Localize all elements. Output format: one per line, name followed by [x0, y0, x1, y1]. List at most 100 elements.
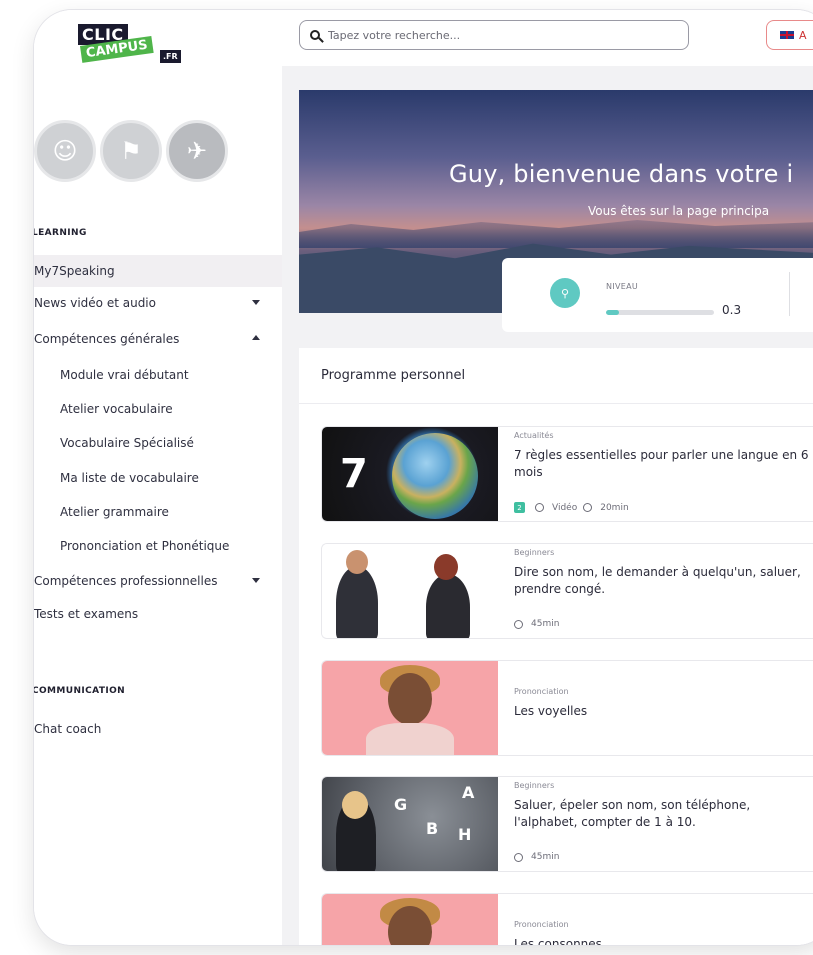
card-thumbnail: 7	[322, 427, 498, 521]
sidebar-item-label: Atelier vocabulaire	[60, 402, 173, 416]
card-type: Vidéo	[552, 502, 578, 513]
card-thumbnail: G A B H	[322, 777, 498, 871]
stats-divider	[789, 272, 790, 316]
card-category: Prononciation	[514, 687, 569, 696]
sidebar-item-label: Tests et examens	[34, 607, 139, 621]
sidebar-item-module-vrai-debutant[interactable]: Module vrai débutant	[60, 359, 282, 391]
section-learning: LEARNING	[34, 228, 87, 238]
lesson-card[interactable]: Prononciation Les consonnes	[321, 893, 813, 945]
card-thumbnail	[322, 544, 498, 638]
sidebar-item-news[interactable]: News vidéo et audio	[34, 287, 282, 319]
level-stats-card: ⚲ NIVEAU 0.3	[502, 258, 813, 332]
lesson-card[interactable]: Prononciation Les voyelles	[321, 660, 813, 756]
card-meta: 45min	[514, 619, 559, 629]
hero-subtitle: Vous êtes sur la page principa	[588, 204, 770, 218]
section-communication: COMMUNICATION	[34, 686, 126, 696]
lesson-card[interactable]: Beginners Dire son nom, le demander à qu…	[321, 543, 813, 639]
device-frame: CLIC CAMPUS .FR ☺ ⚑ ✈ LEARNING My7Speaki…	[34, 10, 813, 945]
flag-icon[interactable]: ⚑	[100, 120, 162, 182]
sidebar-item-label: Prononciation et Phonétique	[60, 539, 230, 553]
sidebar-item-competences-generales[interactable]: Compétences générales	[34, 323, 282, 355]
card-thumbnail	[322, 661, 498, 755]
sidebar-item-label: News vidéo et audio	[34, 296, 156, 310]
woman-head	[342, 791, 368, 819]
uk-flag-icon	[779, 30, 795, 40]
sidebar-item-atelier-grammaire[interactable]: Atelier grammaire	[60, 496, 282, 528]
panel-header: Programme personnel	[299, 348, 813, 404]
plane-icon[interactable]: ✈	[166, 120, 228, 182]
woman-head	[434, 554, 458, 580]
search-icon	[310, 30, 320, 40]
clock-icon	[583, 503, 593, 512]
woman-figure	[426, 574, 470, 638]
sidebar-item-label: Vocabulaire Spécialisé	[60, 436, 194, 450]
sidebar-item-competences-pro[interactable]: Compétences professionnelles	[34, 565, 282, 597]
level-progress-bar	[606, 310, 714, 315]
card-thumbnail	[322, 894, 498, 945]
card-title: Les consonnes	[514, 937, 602, 945]
card-duration: 45min	[531, 619, 560, 629]
letter-graphic: G	[394, 795, 408, 814]
shoulders-shape	[366, 723, 454, 755]
search-input[interactable]	[328, 28, 648, 42]
seven-graphic: 7	[340, 451, 368, 497]
sidebar-item-my7speaking[interactable]: My7Speaking	[34, 255, 282, 287]
sidebar-item-label: Module vrai débutant	[60, 368, 189, 382]
sidebar-item-vocabulaire-specialise[interactable]: Vocabulaire Spécialisé	[60, 427, 282, 459]
card-meta: 45min	[514, 852, 559, 862]
logo-suffix: .FR	[160, 50, 181, 63]
sidebar-item-chat-coach[interactable]: Chat coach	[34, 713, 282, 745]
globe-image	[392, 433, 478, 519]
level-label: NIVEAU	[606, 282, 638, 291]
level-value: 0.3	[722, 303, 742, 317]
sidebar-item-label: Atelier grammaire	[60, 505, 169, 519]
lesson-card[interactable]: 7 Actualités 7 règles essentielles pour …	[321, 426, 813, 522]
programme-panel: Programme personnel 7 Actualités 7 règle…	[299, 348, 813, 945]
letter-graphic: A	[462, 783, 475, 802]
card-duration: 45min	[531, 852, 560, 862]
sidebar-item-ma-liste[interactable]: Ma liste de vocabulaire	[60, 462, 282, 494]
face-shape	[388, 673, 432, 725]
top-bar: A	[282, 10, 813, 66]
sidebar-item-tests[interactable]: Tests et examens	[34, 598, 282, 630]
card-category: Prononciation	[514, 920, 569, 929]
clock-icon	[514, 852, 523, 862]
man-head	[346, 550, 368, 574]
card-title: Les voyelles	[514, 704, 588, 718]
card-title: Saluer, épeler son nom, son téléphone, l…	[514, 798, 751, 829]
card-duration: 20min	[600, 502, 629, 513]
sidebar-item-label: Ma liste de vocabulaire	[60, 471, 199, 485]
card-meta: 2 Vidéo 20min	[514, 502, 629, 513]
language-selector[interactable]: A	[766, 20, 813, 50]
robot-icon[interactable]: ☺	[34, 120, 96, 182]
sidebar-item-atelier-vocabulaire[interactable]: Atelier vocabulaire	[60, 393, 282, 425]
sidebar-item-prononciation[interactable]: Prononciation et Phonétique	[60, 530, 282, 562]
sidebar-item-label: My7Speaking	[34, 264, 115, 278]
video-icon	[535, 503, 544, 512]
search-box[interactable]	[299, 20, 689, 50]
main-content: A Guy, bienvenue dans votre i Vous êtes …	[282, 10, 813, 945]
chevron-down-icon[interactable]	[252, 300, 260, 305]
language-label: A	[799, 28, 807, 42]
level-badge: 2	[514, 502, 525, 513]
card-category: Beginners	[514, 548, 555, 557]
sidebar-item-label: Compétences générales	[34, 332, 180, 346]
letter-graphic: B	[426, 819, 439, 838]
clic-campus-logo[interactable]: CLIC CAMPUS .FR	[78, 24, 186, 80]
level-progress-fill	[606, 310, 619, 315]
card-category: Beginners	[514, 781, 555, 790]
clock-icon	[514, 619, 523, 629]
sidebar-item-label: Compétences professionnelles	[34, 574, 218, 588]
man-figure	[336, 566, 378, 638]
panel-title: Programme personnel	[321, 368, 466, 383]
card-title: Dire son nom, le demander à quelqu'un, s…	[514, 565, 801, 596]
hero-greeting: Guy, bienvenue dans votre i	[449, 160, 794, 188]
level-icon: ⚲	[550, 278, 580, 308]
sidebar-item-label: Chat coach	[34, 722, 102, 736]
card-title: 7 règles essentielles pour parler une la…	[514, 448, 809, 479]
lesson-card[interactable]: G A B H Beginners Saluer, épeler son nom…	[321, 776, 813, 872]
card-category: Actualités	[514, 431, 554, 440]
chevron-up-icon[interactable]	[252, 335, 260, 340]
letter-graphic: H	[458, 825, 472, 844]
chevron-down-icon[interactable]	[252, 578, 260, 583]
